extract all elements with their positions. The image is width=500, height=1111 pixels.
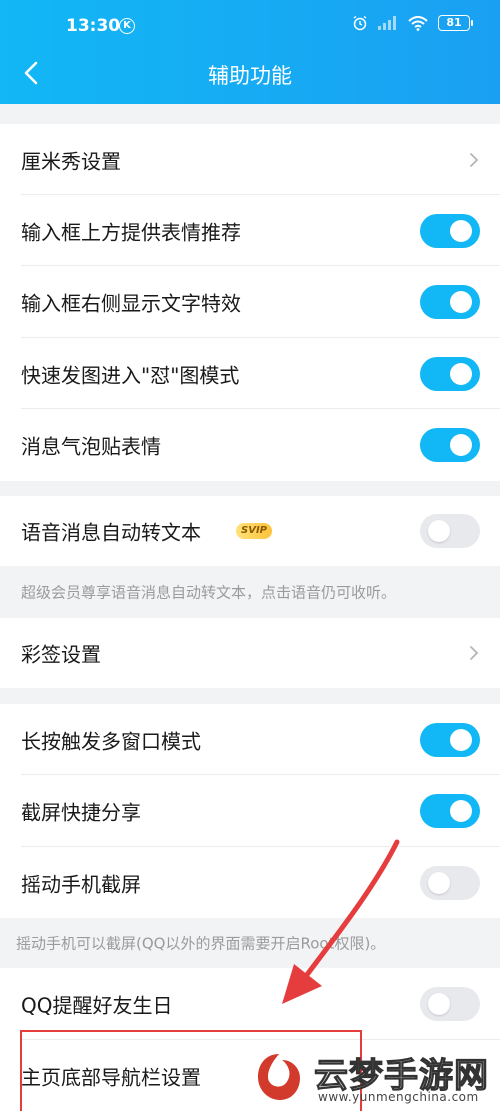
setting-emoji-suggest: 输入框上方提供表情推荐: [0, 195, 500, 266]
setting-label: 输入框右侧显示文字特效: [21, 291, 241, 316]
setting-label: QQ提醒好友生日: [21, 993, 173, 1018]
toggle-knob: [450, 291, 472, 313]
setting-caiqian[interactable]: 彩签设置: [0, 618, 500, 688]
setting-label: 长按触发多窗口模式: [21, 729, 201, 753]
watermark-logo-icon: [258, 1054, 300, 1100]
chevron-right-icon: [470, 152, 479, 167]
emoji-suggest-toggle[interactable]: [420, 213, 480, 248]
birthday-toggle[interactable]: [420, 987, 480, 1021]
toggle-knob: [450, 362, 472, 385]
app-header: 13:30 K 81 辅助功能: [0, 0, 500, 104]
setting-label: 彩签设置: [21, 642, 101, 667]
signal-icon: [378, 16, 396, 30]
status-icons: 81: [352, 15, 473, 31]
wifi-icon: [408, 15, 428, 31]
setting-label: 摇动手机截屏: [21, 872, 141, 896]
voice-note-text: 超级会员尊享语音消息自动转文本，点击语音仍可收听。: [21, 583, 397, 602]
voice-to-text-toggle[interactable]: [420, 514, 480, 548]
setting-quick-image: 快速发图进入"怼"图模式: [0, 338, 500, 409]
toggle-knob: [450, 800, 472, 822]
setting-voice-to-text: 语音消息自动转文本 SVIP: [0, 496, 500, 566]
page-title: 辅助功能: [208, 64, 292, 88]
setting-cmshow[interactable]: 厘米秀设置: [0, 124, 500, 195]
setting-multiwindow: 长按触发多窗口模式: [0, 704, 500, 775]
setting-screenshot-share: 截屏快捷分享: [0, 775, 500, 847]
setting-shake-screenshot: 摇动手机截屏: [0, 847, 500, 918]
k-badge-icon: K: [119, 18, 135, 34]
alarm-icon: [353, 15, 367, 31]
annotation-arrow-icon: [282, 839, 400, 1004]
text-effect-toggle[interactable]: [420, 285, 480, 319]
shake-note: 摇动手机可以截屏(QQ以外的界面需要开启Root权限)。: [0, 918, 500, 968]
toggle-knob: [450, 219, 472, 242]
setting-bubble-sticker: 消息气泡贴表情: [0, 409, 500, 481]
toggle-knob: [450, 728, 472, 751]
setting-label: 语音消息自动转文本: [21, 520, 201, 545]
voice-note: 超级会员尊享语音消息自动转文本，点击语音仍可收听。: [0, 566, 500, 618]
bubble-sticker-toggle[interactable]: [420, 428, 480, 462]
setting-label: 消息气泡贴表情: [21, 434, 161, 459]
screenshot-share-toggle[interactable]: [420, 794, 480, 828]
setting-text-effect: 输入框右侧显示文字特效: [0, 266, 500, 338]
status-time: 13:30: [66, 16, 121, 36]
setting-label: 厘米秀设置: [21, 149, 121, 173]
toggle-knob: [428, 993, 450, 1015]
watermark: 云梦手游网 www.yunmengchina.com: [246, 1044, 500, 1111]
multiwindow-toggle[interactable]: [420, 722, 480, 757]
chevron-right-icon: [470, 646, 479, 660]
setting-label: 截屏快捷分享: [21, 800, 141, 825]
setting-label: 快速发图进入"怼"图模式: [21, 363, 240, 387]
status-bar: 13:30 K 81: [0, 0, 500, 50]
watermark-url: www.yunmengchina.com: [318, 1090, 479, 1104]
quick-image-toggle[interactable]: [420, 356, 480, 391]
toggle-knob: [450, 434, 472, 456]
toggle-knob: [428, 871, 450, 894]
toggle-knob: [428, 520, 450, 542]
setting-label: 输入框上方提供表情推荐: [21, 220, 241, 244]
shake-screenshot-toggle[interactable]: [420, 865, 480, 900]
battery-icon: 81: [438, 15, 473, 31]
svip-badge: SVIP: [236, 523, 272, 539]
